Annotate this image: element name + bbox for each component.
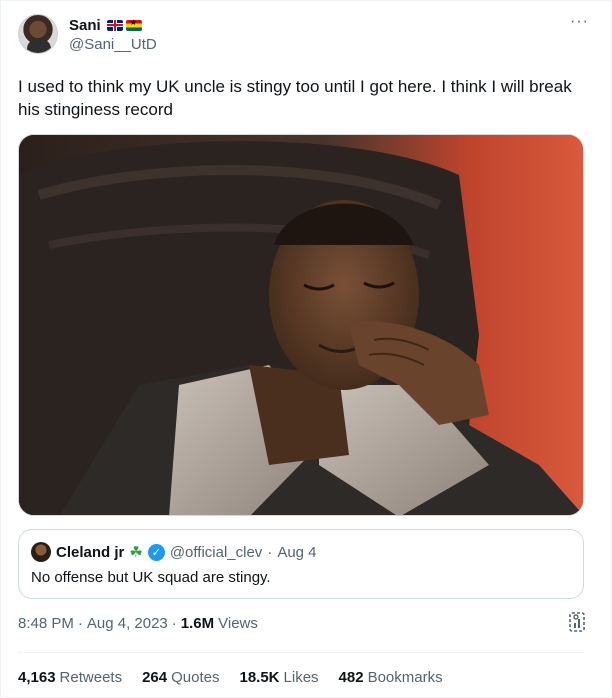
- verified-badge-icon: ✓: [147, 543, 165, 561]
- uk-flag-icon: [106, 19, 123, 31]
- ghana-flag-icon: [125, 18, 142, 31]
- views-count: 1.6M: [180, 615, 215, 632]
- tweet-time[interactable]: 8:48 PM: [18, 615, 74, 632]
- quoted-tweet-text: No offense but UK squad are stingy.: [31, 569, 271, 586]
- tweet-date[interactable]: Aug 4, 2023: [87, 615, 168, 632]
- bookmarks-count: 482: [338, 669, 364, 686]
- quoted-tweet[interactable]: Cleland jr ☘ ✓ @official_clev · Aug 4 No…: [18, 529, 584, 599]
- author-avatar[interactable]: [18, 14, 58, 54]
- photo-illustration: [19, 135, 583, 515]
- meta-separator: ·: [171, 615, 177, 632]
- stat-retweets[interactable]: 4,163 Retweets: [18, 669, 122, 686]
- quoted-author-handle[interactable]: @official_clev: [170, 544, 263, 561]
- quoted-separator: ·: [267, 543, 273, 561]
- quoted-date[interactable]: Aug 4: [277, 544, 316, 561]
- quotes-label: Quotes: [171, 669, 220, 686]
- views-label: Views: [218, 615, 258, 632]
- tweet-card: Sani @Sani__UtD ··· I used to think my U…: [0, 0, 612, 698]
- more-options-button[interactable]: ···: [570, 13, 589, 31]
- quoted-tweet-header: Cleland jr ☘ ✓ @official_clev · Aug 4: [31, 542, 317, 562]
- tweet-text: I used to think my UK uncle is stingy to…: [18, 77, 572, 119]
- stat-bookmarks[interactable]: 482 Bookmarks: [339, 669, 443, 686]
- analytics-icon[interactable]: [567, 611, 587, 633]
- meta-separator: ·: [77, 615, 83, 632]
- retweets-label: Retweets: [59, 669, 123, 686]
- retweets-count: 4,163: [18, 669, 56, 686]
- quoted-author-avatar[interactable]: [31, 542, 51, 562]
- quoted-author-name[interactable]: Cleland jr: [56, 544, 124, 561]
- tweet-meta: 8:48 PM · Aug 4, 2023 · 1.6M Views: [18, 615, 258, 632]
- author-display-name[interactable]: Sani: [69, 17, 101, 34]
- stat-likes[interactable]: 18.5K Likes: [239, 669, 318, 686]
- divider: [18, 652, 584, 653]
- likes-count: 18.5K: [239, 669, 280, 686]
- author-handle[interactable]: @Sani__UtD: [69, 36, 157, 53]
- clover-emoji-icon: ☘: [129, 544, 143, 561]
- likes-label: Likes: [283, 669, 319, 686]
- bookmarks-label: Bookmarks: [367, 669, 443, 686]
- author-name-row: Sani: [69, 15, 142, 35]
- engagement-stats: 4,163 Retweets 264 Quotes 18.5K Likes 48…: [18, 669, 443, 686]
- stat-quotes[interactable]: 264 Quotes: [142, 669, 219, 686]
- quotes-count: 264: [142, 669, 168, 686]
- tweet-photo[interactable]: [18, 134, 584, 516]
